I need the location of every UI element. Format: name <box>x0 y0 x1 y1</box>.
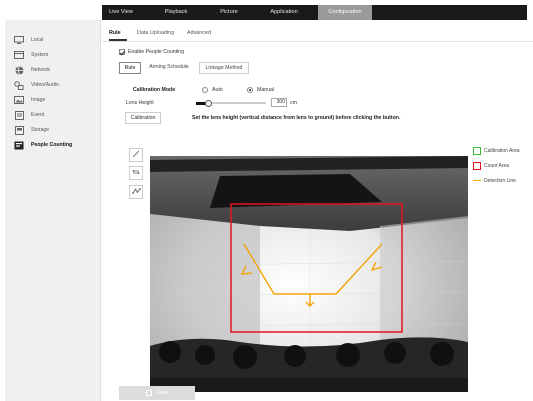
camera-scene <box>150 156 468 392</box>
globe-icon <box>13 65 25 75</box>
tab-advanced[interactable]: Advanced <box>187 30 211 36</box>
legend-calibration-area: Calibration Area <box>473 146 520 155</box>
sidebar-item-video-audio[interactable]: Video/Audio <box>5 78 101 92</box>
detection-line-swatch <box>473 180 481 181</box>
lens-height-slider-thumb[interactable] <box>205 99 212 107</box>
event-icon <box>13 110 25 120</box>
pencil-icon <box>132 150 140 160</box>
sidebar-item-label: People Counting <box>31 142 73 148</box>
draw-polyline-button[interactable] <box>129 185 143 199</box>
save-button-label: Save <box>156 390 168 396</box>
sidebar-item-label: Event <box>31 112 45 118</box>
zoom-fit-button[interactable] <box>129 166 143 180</box>
draw-line-button[interactable] <box>129 148 143 162</box>
sidebar: Local System Network Video/Audio Image E… <box>5 20 101 401</box>
subtab-linkage-method[interactable]: Linkage Method <box>199 62 249 74</box>
live-video-preview[interactable] <box>150 156 468 392</box>
sidebar-item-local[interactable]: Local <box>5 33 101 47</box>
nav-application[interactable]: Application <box>262 5 306 20</box>
sidebar-item-label: Storage <box>31 127 50 133</box>
system-icon <box>13 51 25 60</box>
legend-count-area: Count Area <box>473 161 509 170</box>
nav-live-view[interactable]: Live View <box>105 5 137 20</box>
subtab-rule[interactable]: Rule <box>119 62 141 74</box>
calibration-mode-manual-label: Manual <box>257 87 275 93</box>
calibration-area-swatch <box>473 146 481 155</box>
drawing-toolbar <box>129 148 145 205</box>
zoom-fit-icon <box>132 168 140 178</box>
enable-people-counting-label: Enable People Counting <box>128 49 184 55</box>
tab-divider <box>102 41 533 42</box>
sidebar-item-label: System <box>31 52 49 58</box>
lens-height-input[interactable]: 300 <box>271 98 287 107</box>
polyline-icon <box>131 187 141 197</box>
planter-edge <box>150 378 468 392</box>
calibration-mode-auto-radio[interactable] <box>202 87 208 93</box>
calibration-mode-label: Calibration Mode <box>133 87 176 93</box>
nav-picture[interactable]: Picture <box>214 5 244 20</box>
calibration-mode-manual-radio[interactable] <box>247 87 253 93</box>
nav-playback[interactable]: Playback <box>159 5 193 20</box>
legend-label: Count Area <box>484 162 510 169</box>
sidebar-item-label: Network <box>31 67 51 73</box>
save-icon <box>146 390 153 396</box>
monitor-icon <box>13 36 25 45</box>
video-audio-icon <box>13 80 25 90</box>
lens-height-hint: Set the lens height (vertical distance f… <box>192 115 401 121</box>
storage-icon <box>13 125 25 135</box>
lens-height-label: Lens Height <box>126 100 154 106</box>
sidebar-item-label: Local <box>31 37 44 43</box>
save-button[interactable]: Save <box>119 386 195 400</box>
sidebar-item-image[interactable]: Image <box>5 93 101 107</box>
top-bar: Live View Playback Picture Application C… <box>0 0 533 20</box>
people-counting-icon <box>13 141 25 150</box>
legend-detection-line: Detection Line <box>473 176 516 185</box>
sidebar-item-network[interactable]: Network <box>5 63 101 77</box>
top-nav: Live View Playback Picture Application C… <box>102 5 527 20</box>
calibration-mode-auto-label: Auto <box>212 87 223 93</box>
subtab-arming-schedule[interactable]: Arming Schedule <box>143 62 195 74</box>
legend-label: Calibration Area <box>484 147 520 154</box>
lens-height-unit: cm <box>290 100 297 106</box>
image-icon <box>13 96 25 105</box>
legend-label: Detection Line <box>484 177 516 184</box>
sidebar-item-storage[interactable]: Storage <box>5 123 101 137</box>
sidebar-item-label: Video/Audio <box>31 82 59 88</box>
count-area-swatch <box>473 161 481 170</box>
calibration-button[interactable]: Calibration <box>125 112 161 124</box>
tab-data-uploading[interactable]: Data Uploading <box>137 30 174 36</box>
sidebar-item-people-counting[interactable]: People Counting <box>5 138 101 152</box>
enable-people-counting-checkbox[interactable] <box>119 49 125 55</box>
sidebar-item-label: Image <box>31 97 46 103</box>
nav-configuration[interactable]: Configuration <box>318 5 372 20</box>
tab-rule[interactable]: Rule <box>109 30 121 36</box>
sidebar-item-system[interactable]: System <box>5 48 101 62</box>
sidebar-item-event[interactable]: Event <box>5 108 101 122</box>
main-content: Rule Data Uploading Advanced Enable Peop… <box>102 20 533 401</box>
